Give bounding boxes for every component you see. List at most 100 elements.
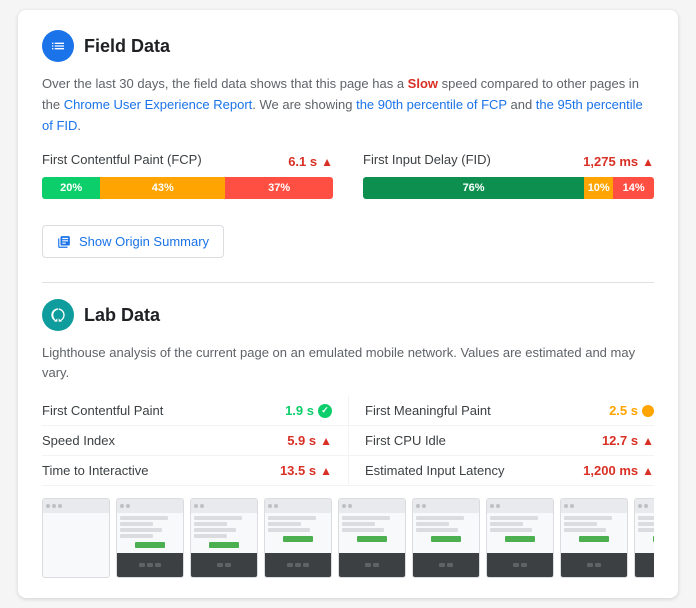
show-origin-label: Show Origin Summary — [79, 234, 209, 249]
fcp-label: First Contentful Paint (FCP) — [42, 152, 202, 167]
arrow-icon-si: ▲ — [320, 434, 332, 448]
thumb-footer-7 — [487, 553, 553, 577]
thumb-dot-1 — [46, 504, 50, 508]
thumb-footer-3 — [191, 553, 257, 577]
thumbnail-3 — [190, 498, 258, 578]
lab-eil-label: Estimated Input Latency — [365, 463, 504, 478]
thumb-body-9 — [635, 513, 654, 553]
thumbnail-8 — [560, 498, 628, 578]
thumb-body-3 — [191, 513, 257, 553]
fid-bar-poor: 14% — [613, 177, 654, 199]
thumb-header-8 — [561, 499, 627, 513]
fcp-header: First Contentful Paint (FCP) 6.1 s ▲ — [42, 152, 333, 171]
thumb-header-1 — [43, 499, 109, 513]
thumb-body-1 — [43, 513, 109, 577]
field-metrics-row: First Contentful Paint (FCP) 6.1 s ▲ 20%… — [42, 152, 654, 211]
thumbnail-7 — [486, 498, 554, 578]
show-origin-button[interactable]: Show Origin Summary — [42, 225, 224, 258]
field-data-header: Field Data — [42, 30, 654, 62]
origin-summary-icon — [57, 235, 71, 249]
lab-data-header: Lab Data — [42, 299, 654, 331]
arrow-icon-tti: ▲ — [320, 464, 332, 478]
fid-bar-needs-improvement: 10% — [584, 177, 613, 199]
thumb-body-5 — [339, 513, 405, 553]
fid-bar: 76% 10% 14% — [363, 177, 654, 199]
arrow-icon-eil: ▲ — [642, 464, 654, 478]
check-icon-fcp: ✓ — [318, 404, 332, 418]
fcp-bar-good: 20% — [42, 177, 100, 199]
fid-label: First Input Delay (FID) — [363, 152, 491, 167]
lab-fcp-label: First Contentful Paint — [42, 403, 163, 418]
thumb-footer-8 — [561, 553, 627, 577]
thumbnail-1 — [42, 498, 110, 578]
fid-arrow: ▲ — [642, 155, 654, 169]
thumb-footer-9 — [635, 553, 654, 577]
lab-si-label: Speed Index — [42, 433, 115, 448]
thumb-body-7 — [487, 513, 553, 553]
thumbnail-6 — [412, 498, 480, 578]
fcp-block: First Contentful Paint (FCP) 6.1 s ▲ 20%… — [42, 152, 333, 211]
fcp-bar-poor: 37% — [225, 177, 333, 199]
lab-metric-fcp: First Contentful Paint 1.9 s ✓ — [42, 396, 348, 426]
lab-fcp-value: 1.9 s ✓ — [285, 403, 332, 418]
crux-link[interactable]: Chrome User Experience Report — [64, 97, 253, 112]
lab-metric-tti: Time to Interactive 13.5 s ▲ — [42, 456, 348, 486]
thumb-header-7 — [487, 499, 553, 513]
section-divider — [42, 282, 654, 283]
lab-eil-value: 1,200 ms ▲ — [583, 463, 654, 478]
lab-data-title: Lab Data — [84, 305, 160, 326]
thumbnail-2 — [116, 498, 184, 578]
thumb-header-6 — [413, 499, 479, 513]
field-data-title: Field Data — [84, 36, 170, 57]
lab-metric-fmp: First Meaningful Paint 2.5 s — [348, 396, 654, 426]
thumbnail-4 — [264, 498, 332, 578]
thumbnails-row — [42, 498, 654, 578]
lighthouse-link[interactable]: Lighthouse — [42, 345, 106, 360]
circle-icon-fmp — [642, 405, 654, 417]
lab-fci-value: 12.7 s ▲ — [602, 433, 654, 448]
fcp-arrow: ▲ — [321, 155, 333, 169]
thumb-footer-2 — [117, 553, 183, 577]
lab-data-description: Lighthouse analysis of the current page … — [42, 343, 654, 382]
fid-block: First Input Delay (FID) 1,275 ms ▲ 76% 1… — [363, 152, 654, 211]
thumb-body-4 — [265, 513, 331, 553]
fid-bar-good: 76% — [363, 177, 584, 199]
arrow-icon-fci: ▲ — [642, 434, 654, 448]
fcp-bar-needs-improvement: 43% — [100, 177, 225, 199]
lab-fmp-value: 2.5 s — [609, 403, 654, 418]
fid-value: 1,275 ms ▲ — [583, 154, 654, 169]
thumb-footer-5 — [339, 553, 405, 577]
thumb-body-6 — [413, 513, 479, 553]
lab-metric-si: Speed Index 5.9 s ▲ — [42, 426, 348, 456]
lab-fmp-label: First Meaningful Paint — [365, 403, 491, 418]
lab-metric-eil: Estimated Input Latency 1,200 ms ▲ — [348, 456, 654, 486]
field-data-icon — [42, 30, 74, 62]
slow-label: Slow — [408, 76, 438, 91]
thumbnail-5 — [338, 498, 406, 578]
thumb-dot-2 — [52, 504, 56, 508]
lab-metric-fci: First CPU Idle 12.7 s ▲ — [348, 426, 654, 456]
fcp-bar: 20% 43% 37% — [42, 177, 333, 199]
fid-header: First Input Delay (FID) 1,275 ms ▲ — [363, 152, 654, 171]
lab-tti-value: 13.5 s ▲ — [280, 463, 332, 478]
thumb-footer-4 — [265, 553, 331, 577]
lab-metrics-grid: First Contentful Paint 1.9 s ✓ First Mea… — [42, 396, 654, 486]
fcp-value: 6.1 s ▲ — [288, 154, 333, 169]
thumb-header-9 — [635, 499, 654, 513]
lab-data-icon — [42, 299, 74, 331]
thumb-footer-6 — [413, 553, 479, 577]
lab-si-value: 5.9 s ▲ — [287, 433, 332, 448]
thumb-dot-3 — [58, 504, 62, 508]
fcp-percentile-link[interactable]: the 90th percentile of FCP — [356, 97, 507, 112]
thumb-header-4 — [265, 499, 331, 513]
thumb-header-2 — [117, 499, 183, 513]
thumb-body-2 — [117, 513, 183, 553]
main-card: Field Data Over the last 30 days, the fi… — [18, 10, 678, 598]
lab-fci-label: First CPU Idle — [365, 433, 446, 448]
thumb-header-3 — [191, 499, 257, 513]
thumb-header-5 — [339, 499, 405, 513]
field-data-description: Over the last 30 days, the field data sh… — [42, 74, 654, 136]
thumbnail-9 — [634, 498, 654, 578]
thumb-body-8 — [561, 513, 627, 553]
lab-tti-label: Time to Interactive — [42, 463, 148, 478]
